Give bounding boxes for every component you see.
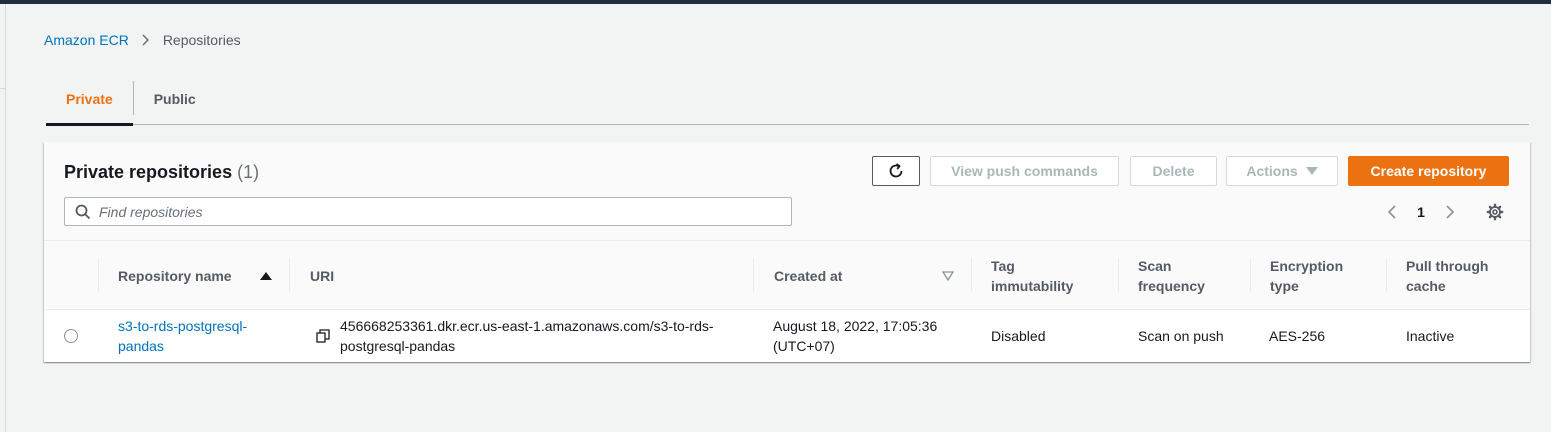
column-separator xyxy=(1386,258,1387,292)
panel-title-text: Private repositories xyxy=(64,162,233,182)
column-separator xyxy=(289,258,290,292)
uri-line: postgresql-pandas xyxy=(340,338,456,354)
column-separator xyxy=(753,258,754,292)
uri-line: 456668253361.dkr.ecr.us-east-1.amazonaws… xyxy=(340,318,714,334)
repository-name-link[interactable]: s3-to-rds-postgresql-pandas xyxy=(118,310,247,362)
chevron-left-icon[interactable] xyxy=(1382,204,1402,220)
column-separator xyxy=(98,258,99,292)
created-line: August 18, 2022, 17:05:36 xyxy=(773,318,938,334)
column-tag-immutability: Tag immutability xyxy=(991,241,1073,310)
created-at-value: August 18, 2022, 17:05:36 (UTC+07) xyxy=(773,310,937,362)
chevron-right-icon xyxy=(141,33,151,47)
column-separator xyxy=(971,258,972,292)
divider xyxy=(0,88,5,89)
column-separator xyxy=(1118,258,1119,292)
column-encryption-type: Encryption type xyxy=(1270,241,1343,310)
column-label: cache xyxy=(1406,277,1446,294)
top-navigation-bar xyxy=(0,0,1551,4)
table-row[interactable]: s3-to-rds-postgresql-pandas 456668253361… xyxy=(44,310,1530,362)
repository-uri: 456668253361.dkr.ecr.us-east-1.amazonaws… xyxy=(340,310,714,362)
sort-ascending-icon xyxy=(259,271,272,280)
repository-name-line[interactable]: s3-to-rds-postgresql- xyxy=(118,316,247,336)
radio-button[interactable] xyxy=(64,329,78,343)
pagination: 1 xyxy=(1382,200,1504,224)
actions-dropdown[interactable]: Actions xyxy=(1226,156,1338,186)
column-label: Pull through xyxy=(1406,257,1489,274)
create-repository-button[interactable]: Create repository xyxy=(1348,156,1509,186)
column-repository-name[interactable]: Repository name xyxy=(118,241,278,310)
column-label: type xyxy=(1270,277,1299,294)
search-icon xyxy=(75,204,91,219)
side-navigation-edge xyxy=(5,4,6,432)
private-repositories-panel: Private repositories (1) View push comma… xyxy=(44,142,1530,362)
breadcrumb-repositories: Repositories xyxy=(162,32,241,48)
column-uri: URI xyxy=(310,267,335,284)
created-line: (UTC+07) xyxy=(773,338,835,354)
table-header: Repository name URI Created at Tag immuta… xyxy=(44,241,1530,310)
search-field xyxy=(64,197,792,226)
sort-descending-icon xyxy=(942,270,954,281)
column-label: Tag xyxy=(991,257,1015,274)
delete-button[interactable]: Delete xyxy=(1130,156,1217,186)
column-label: Created at xyxy=(774,267,843,284)
refresh-icon xyxy=(889,163,903,178)
refresh-button[interactable] xyxy=(872,156,920,186)
column-label: Scan xyxy=(1138,257,1172,274)
column-separator xyxy=(1250,258,1251,292)
column-label: immutability xyxy=(991,277,1074,294)
chevron-right-icon[interactable] xyxy=(1440,204,1460,220)
breadcrumb-amazon-ecr[interactable]: Amazon ECR xyxy=(44,32,129,48)
column-label: Repository name xyxy=(118,267,232,284)
breadcrumb: Amazon ECR Repositories xyxy=(44,31,241,49)
page-number[interactable]: 1 xyxy=(1402,204,1440,220)
view-push-commands-button[interactable]: View push commands xyxy=(930,156,1119,186)
column-label: Encryption xyxy=(1270,257,1344,274)
tab-private[interactable]: Private xyxy=(46,73,133,126)
copy-icon[interactable] xyxy=(316,310,330,362)
tag-immutability-value: Disabled xyxy=(991,328,1046,344)
column-pull-through-cache: Pull through cache xyxy=(1406,241,1488,310)
row-select-radio[interactable] xyxy=(64,310,78,362)
scan-frequency-value: Scan on push xyxy=(1138,328,1224,344)
repository-count: (1) xyxy=(237,162,260,182)
column-scan-frequency: Scan frequency xyxy=(1138,241,1205,310)
actions-label: Actions xyxy=(1246,163,1298,179)
column-created-at[interactable]: Created at xyxy=(774,241,954,310)
gear-icon[interactable] xyxy=(1486,203,1504,221)
caret-down-icon xyxy=(1305,167,1318,175)
repository-tabs: Private Public xyxy=(46,73,1529,126)
search-input[interactable] xyxy=(99,203,749,220)
column-label: frequency xyxy=(1138,277,1205,294)
panel-title: Private repositories (1) xyxy=(64,162,259,183)
repository-name-line[interactable]: pandas xyxy=(118,336,247,356)
pull-through-cache-value: Inactive xyxy=(1406,328,1455,344)
panel-header: Private repositories (1) View push comma… xyxy=(44,142,1530,241)
encryption-type-value: AES-256 xyxy=(1269,328,1326,344)
tab-public[interactable]: Public xyxy=(134,73,216,124)
